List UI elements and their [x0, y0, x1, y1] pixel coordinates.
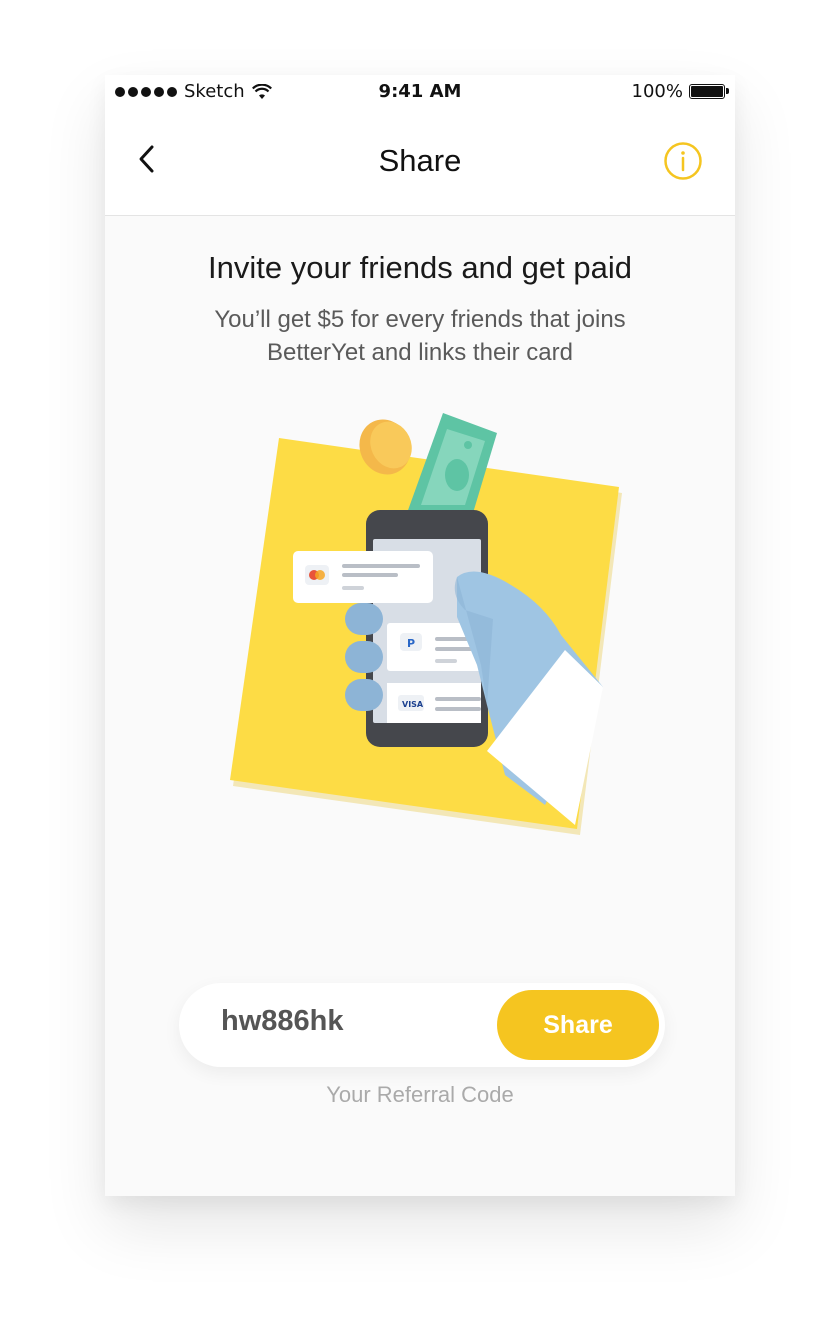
headline: Invite your friends and get paid — [208, 250, 632, 285]
battery-group: 100% — [631, 81, 729, 102]
nav-bar: Share — [105, 109, 735, 216]
battery-percent: 100% — [631, 81, 683, 102]
floating-card-icon — [293, 551, 433, 603]
referral-illustration: P VISA — [230, 413, 622, 835]
svg-text:P: P — [407, 637, 415, 650]
referral-code-caption: Your Referral Code — [326, 1082, 514, 1107]
info-button[interactable] — [663, 141, 703, 181]
referral-code-field: hw886hk Share — [179, 983, 665, 1067]
share-button[interactable]: Share — [497, 990, 659, 1060]
visa-label: VISA — [402, 700, 424, 709]
info-icon — [664, 142, 702, 180]
status-bar: Sketch 9:41 AM 100% — [105, 75, 735, 109]
battery-icon — [689, 84, 729, 99]
referral-code[interactable]: hw886hk — [221, 1005, 344, 1038]
subheadline: You’ll get $5 for every friends that joi… — [214, 306, 626, 366]
phone-screen: Sketch 9:41 AM 100% Share Invite your fr… — [105, 75, 735, 1196]
page-title: Share — [378, 143, 462, 178]
